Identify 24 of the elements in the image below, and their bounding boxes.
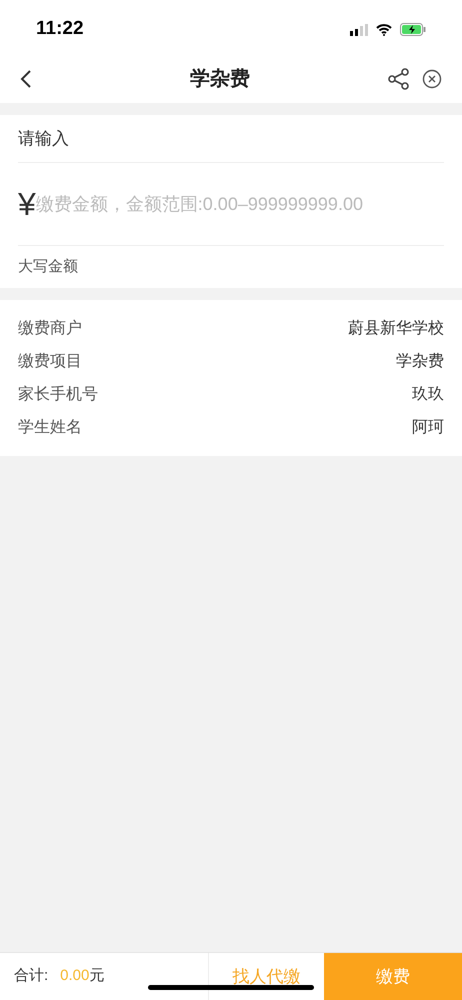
detail-label: 家长手机号 bbox=[18, 384, 98, 404]
uppercase-amount-label: 大写金额 bbox=[18, 256, 79, 277]
currency-sign: ¥ bbox=[18, 185, 36, 224]
currency-unit: 元 bbox=[89, 966, 104, 986]
close-icon[interactable] bbox=[422, 69, 442, 89]
amount-field[interactable]: 缴费金额，金额范围:0.00–999999999.00 bbox=[36, 190, 444, 218]
detail-label: 缴费商户 bbox=[18, 318, 82, 338]
back-icon bbox=[20, 69, 32, 89]
battery-icon bbox=[400, 23, 426, 36]
input-prompt: 请输入 bbox=[18, 115, 444, 163]
total-label: 合计: bbox=[14, 966, 48, 986]
wifi-icon bbox=[376, 24, 392, 36]
detail-value: 阿珂 bbox=[412, 418, 444, 438]
detail-value: 玖玖 bbox=[412, 384, 444, 404]
detail-label: 缴费项目 bbox=[18, 352, 82, 372]
page-title: 学杂费 bbox=[190, 67, 250, 92]
detail-label: 学生姓名 bbox=[18, 418, 82, 438]
share-icon[interactable] bbox=[388, 68, 410, 90]
status-time: 11:22 bbox=[36, 17, 84, 42]
detail-value: 蔚县新华学校 bbox=[348, 318, 444, 338]
pay-button[interactable]: 缴费 bbox=[324, 953, 462, 1000]
total-value: 0.00 bbox=[60, 966, 90, 986]
detail-value: 学杂费 bbox=[396, 352, 444, 372]
signal-icon bbox=[350, 24, 368, 36]
